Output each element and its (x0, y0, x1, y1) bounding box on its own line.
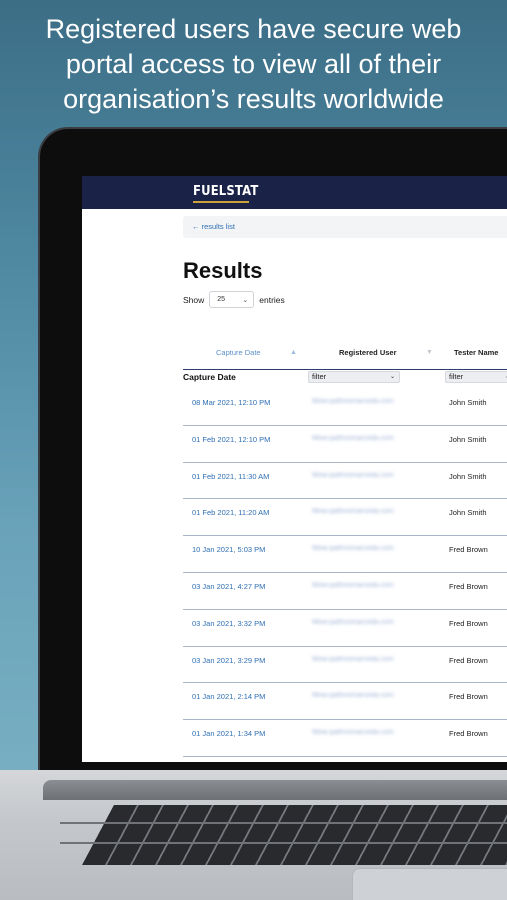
filter-registered-user-value: filter (312, 372, 327, 381)
page-title: Results (183, 258, 263, 283)
headline-line-2: portal access to view all of their (65, 49, 442, 79)
tester-name-cell: John Smith (449, 471, 487, 481)
registered-user-cell: fillow-pathnomarceda.com (312, 471, 394, 479)
registered-user-cell: fillow-pathnomarceda.com (312, 434, 394, 442)
column-header-capture-date[interactable]: Capture Date (216, 348, 261, 357)
registered-user-cell: fillow-pathnomarceda.com (312, 545, 394, 553)
breadcrumb-results-list[interactable]: ← results list (183, 216, 507, 238)
fuelstat-logo[interactable]: FUELSTAT (193, 183, 258, 199)
capture-date-link[interactable]: 01 Feb 2021, 12:10 PM (192, 435, 270, 444)
capture-date-link[interactable]: 01 Jan 2021, 1:34 PM (192, 729, 265, 738)
show-label: Show (183, 294, 205, 305)
laptop-screen: FUELSTAT ← results list Results Show 25 … (82, 176, 507, 762)
capture-date-link[interactable]: 03 Jan 2021, 4:27 PM (192, 582, 265, 591)
tester-name-cell: Fred Brown (449, 545, 488, 555)
entries-select[interactable]: 25 ⌄ (209, 291, 255, 308)
capture-date-link[interactable]: 01 Feb 2021, 11:30 AM (192, 472, 269, 481)
logo-underline (193, 201, 249, 203)
capture-date-link[interactable]: 03 Jan 2021, 3:32 PM (192, 619, 265, 628)
capture-date-link[interactable]: 03 Jan 2021, 3:29 PM (192, 656, 265, 665)
trackpad (352, 868, 507, 900)
tester-name-cell: Fred Brown (449, 692, 488, 702)
chevron-down-icon: ⌄ (389, 374, 395, 380)
table-row[interactable]: 03 Jan 2021, 3:32 PM fillow-pathnomarced… (183, 610, 507, 647)
capture-date-link[interactable]: 08 Mar 2021, 12:10 PM (192, 398, 270, 407)
capture-date-link[interactable]: 10 Jan 2021, 5:03 PM (192, 545, 265, 554)
registered-user-cell: fillow-pathnomarceda.com (312, 581, 394, 589)
table-row[interactable]: 08 Mar 2021, 12:10 PM fillow-pathnomarce… (183, 389, 507, 426)
headline-line-3: organisation’s results worldwide (63, 84, 444, 114)
table-row[interactable]: 03 Jan 2021, 3:29 PM fillow-pathnomarced… (183, 647, 507, 684)
capture-date-link[interactable]: 01 Feb 2021, 11:20 AM (192, 508, 269, 517)
filter-tester-name-value: filter (449, 372, 464, 381)
table-row[interactable]: 01 Feb 2021, 11:20 AM fillow-pathnomarce… (183, 499, 507, 537)
table-row[interactable]: 10 Jan 2021, 5:03 PM fillow-pathnomarced… (183, 536, 507, 573)
tester-name-cell: John Smith (449, 508, 487, 518)
table-header: Capture Date ▲ Registered User ▼ Tester … (183, 343, 507, 370)
keyboard-row-divider (60, 842, 507, 844)
registered-user-cell: fillow-pathnomarceda.com (312, 729, 394, 737)
keyboard-row-divider (60, 822, 507, 824)
registered-user-cell: fillow-pathnomarceda.com (312, 618, 394, 626)
entries-control: Show 25 ⌄ entries (183, 291, 285, 308)
top-navbar (82, 176, 507, 209)
tester-name-cell: Fred Brown (449, 618, 488, 628)
table-row[interactable]: 03 Jan 2021, 4:27 PM fillow-pathnomarced… (183, 573, 507, 610)
laptop-hinge (43, 780, 507, 800)
sort-asc-icon[interactable]: ▲ (290, 349, 297, 356)
results-table-body: 08 Mar 2021, 12:10 PM fillow-pathnomarce… (183, 389, 507, 757)
filter-registered-user[interactable]: filter ⌄ (308, 371, 400, 383)
registered-user-cell: fillow-pathnomarceda.com (312, 508, 394, 516)
table-row[interactable]: 01 Feb 2021, 12:10 PM fillow-pathnomarce… (183, 426, 507, 463)
tester-name-cell: Fred Brown (449, 729, 488, 739)
registered-user-cell: fillow-pathnomarceda.com (312, 692, 394, 700)
filter-tester-name[interactable]: filter ⌄ (445, 371, 507, 383)
chevron-down-icon: ⌄ (242, 296, 249, 304)
tester-name-cell: John Smith (449, 434, 487, 444)
column-header-registered-user[interactable]: Registered User (339, 348, 397, 357)
table-row[interactable]: 01 Jan 2021, 1:34 PM fillow-pathnomarced… (183, 720, 507, 757)
table-row[interactable]: 01 Feb 2021, 11:30 AM fillow-pathnomarce… (183, 463, 507, 500)
promo-headline: Registered users have secure web portal … (0, 12, 507, 117)
entries-value: 25 (217, 296, 226, 303)
tester-name-cell: John Smith (449, 398, 487, 407)
tester-name-cell: Fred Brown (449, 581, 488, 591)
column-header-tester-name[interactable]: Tester Name (454, 348, 498, 357)
sort-icon[interactable]: ▼ (426, 349, 433, 356)
capture-date-link[interactable]: 01 Jan 2021, 2:14 PM (192, 692, 265, 701)
keyboard (82, 805, 507, 865)
headline-line-1: Registered users have secure web (45, 14, 462, 44)
registered-user-cell: fillow-pathnomarceda.com (312, 655, 394, 663)
tester-name-cell: Fred Brown (449, 655, 488, 665)
entries-label: entries (259, 294, 285, 305)
table-row[interactable]: 01 Jan 2021, 2:14 PM fillow-pathnomarced… (183, 683, 507, 721)
registered-user-cell: fillow-pathnomarceda.com (312, 398, 394, 405)
filter-row: Capture Date filter ⌄ filter ⌄ (183, 370, 507, 390)
filter-label-capture-date: Capture Date (183, 372, 236, 382)
